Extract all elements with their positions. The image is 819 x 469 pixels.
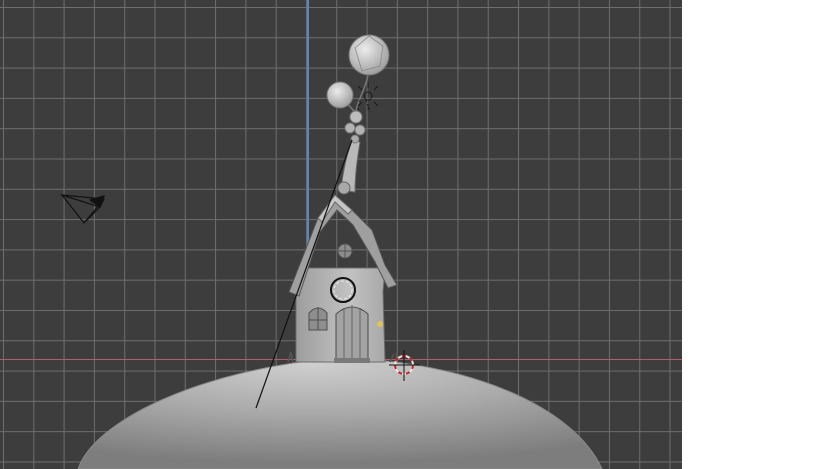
ground-mound[interactable]	[77, 357, 603, 469]
blank-margin-panel	[682, 0, 819, 469]
camera-icon[interactable]	[60, 193, 105, 224]
3d-viewport[interactable]	[0, 0, 682, 469]
balloon-model[interactable]	[326, 34, 390, 144]
door-lamp	[377, 321, 383, 327]
house-model[interactable]	[288, 139, 398, 363]
scene-canvas[interactable]	[0, 0, 682, 469]
